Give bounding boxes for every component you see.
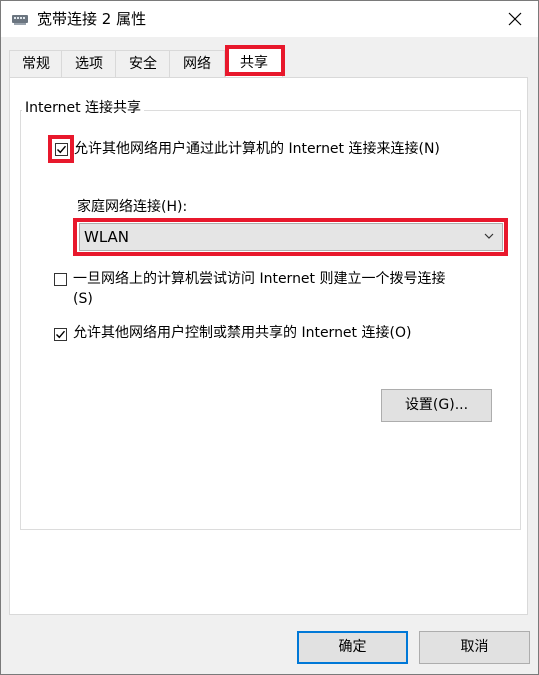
allow-share-checkbox[interactable] bbox=[55, 143, 68, 156]
checkmark-icon bbox=[57, 145, 67, 154]
checkmark-icon bbox=[56, 330, 66, 339]
properties-window: 宽带连接 2 属性 常规 选项 安全 网络 共享 Internet 连接共享 允… bbox=[0, 0, 539, 675]
cancel-button[interactable]: 取消 bbox=[419, 631, 530, 664]
home-network-select[interactable]: WLAN bbox=[79, 223, 503, 251]
group-title: Internet 连接共享 bbox=[22, 98, 145, 118]
ics-groupbox bbox=[20, 110, 521, 530]
allow-control-checkbox[interactable] bbox=[54, 328, 67, 341]
close-button[interactable] bbox=[492, 1, 538, 37]
dial-on-demand-label-1: 一旦网络上的计算机尝试访问 Internet 则建立一个拨号连接 bbox=[73, 271, 446, 287]
allow-control-label: 允许其他网络用户控制或禁用共享的 Internet 连接(O) bbox=[73, 325, 412, 341]
title-bar: 宽带连接 2 属性 bbox=[1, 1, 538, 37]
window-title: 宽带连接 2 属性 bbox=[37, 10, 147, 28]
dial-on-demand-checkbox[interactable] bbox=[54, 273, 67, 286]
network-adapter-icon bbox=[11, 12, 29, 26]
home-network-value: WLAN bbox=[84, 228, 130, 246]
chevron-down-icon bbox=[484, 233, 494, 239]
tab-security[interactable]: 安全 bbox=[115, 50, 171, 77]
ok-button[interactable]: 确定 bbox=[297, 631, 408, 664]
home-network-label: 家庭网络连接(H): bbox=[77, 199, 188, 215]
dial-on-demand-label-2: (S) bbox=[73, 291, 93, 307]
tab-networking[interactable]: 网络 bbox=[169, 50, 225, 77]
settings-button[interactable]: 设置(G)... bbox=[381, 389, 492, 422]
tab-options[interactable]: 选项 bbox=[61, 50, 117, 77]
tab-general[interactable]: 常规 bbox=[9, 50, 63, 77]
close-icon bbox=[508, 12, 522, 26]
allow-share-label: 允许其他网络用户通过此计算机的 Internet 连接来连接(N) bbox=[74, 141, 440, 157]
tab-sharing[interactable]: 共享 bbox=[225, 48, 283, 77]
